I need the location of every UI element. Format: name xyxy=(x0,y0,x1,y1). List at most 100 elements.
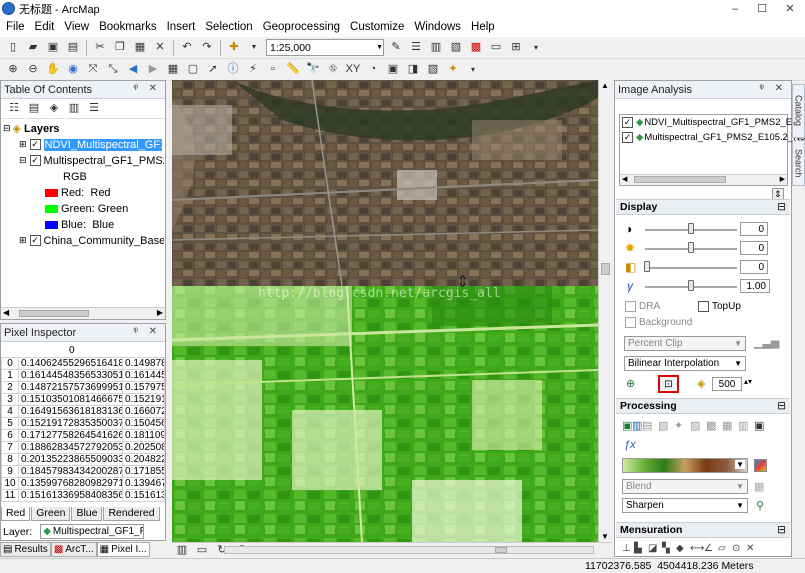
topup-option[interactable]: TopUp xyxy=(698,301,741,312)
editor-toolbar-icon[interactable]: ✎ xyxy=(388,40,404,56)
stretch-dropdown[interactable]: Percent Clip ▼ xyxy=(624,336,746,351)
zoom-out-icon[interactable]: ⊖ xyxy=(25,62,41,78)
base-shadow-icon[interactable]: ◪ xyxy=(648,543,662,554)
image-analysis-pin-close-icon[interactable]: ᵠ ✕ xyxy=(759,83,787,94)
menu-file[interactable]: File xyxy=(6,21,25,33)
background-checkbox[interactable] xyxy=(625,317,636,328)
menu-bookmarks[interactable]: Bookmarks xyxy=(99,21,157,33)
html-popup-icon[interactable]: ▫ xyxy=(265,62,281,78)
pixel-grid-row[interactable]: 10.1614454835653305​10.1614454 xyxy=(1,369,165,382)
top-shadow-icon[interactable]: ▚ xyxy=(662,543,676,554)
pansharpen-icon[interactable]: ▦ xyxy=(722,419,738,432)
composite-bands-icon[interactable]: ▤ xyxy=(642,419,658,432)
minimize-button[interactable]: – xyxy=(722,0,748,17)
angle-icon[interactable]: ∠ xyxy=(704,543,718,554)
new-icon[interactable]: ▯ xyxy=(5,40,21,56)
list-by-source-icon[interactable]: ▤ xyxy=(26,101,42,117)
cut-icon[interactable]: ✂ xyxy=(92,40,108,56)
scroll-left-icon[interactable]: ◀ xyxy=(622,175,627,183)
collapse-icon[interactable]: ⊟ xyxy=(19,155,27,166)
tab-rendered[interactable]: Rendered xyxy=(103,507,160,521)
print-icon[interactable]: ▤ xyxy=(65,40,81,56)
pixel-grid-row[interactable]: 90.1845798343420028​70.1718559 xyxy=(1,465,165,478)
list-by-selection-icon[interactable]: ▥ xyxy=(66,101,82,117)
layer-visibility-checkbox[interactable]: ✓ xyxy=(29,235,41,246)
base-top-icon[interactable]: ▙ xyxy=(634,543,648,554)
fixed-zoom-out-icon[interactable]: ⤡ xyxy=(105,62,121,78)
delete-icon[interactable]: ✕ xyxy=(152,40,168,56)
export-icon[interactable]: ▣ xyxy=(754,419,766,432)
tab-green[interactable]: Green xyxy=(31,507,71,521)
clip-icon[interactable]: ▣ xyxy=(622,419,632,432)
pixel-grid-row[interactable]: 30.1510350108146667​50.1521917 xyxy=(1,393,165,406)
list-by-visibility-icon[interactable]: ◈ xyxy=(46,101,62,117)
sharpen-apply-icon[interactable]: ⚲ xyxy=(756,499,764,512)
map-vertical-scrollbar[interactable]: ▲ ▼ xyxy=(598,80,612,542)
collapse-section-icon[interactable]: ⊟ xyxy=(777,524,786,536)
brightness-slider-thumb[interactable] xyxy=(688,242,694,253)
pixel-grid-row[interactable]: 110.1516133695840835​60.1516133 xyxy=(1,489,165,502)
image-layer-multispectral[interactable]: ✓ ◆ Multispectral_GF1_PMS2_E105.2_N3 xyxy=(622,132,805,143)
image-layer-ndvi[interactable]: ✓ ◆ NDVI_Multispectral_GF1_PMS2_E105 xyxy=(622,117,805,128)
save-icon[interactable]: ▣ xyxy=(45,40,61,56)
colorize-icon[interactable]: ▥ xyxy=(738,419,754,432)
scroll-right-icon[interactable]: ▶ xyxy=(157,308,163,317)
layer-list-scrollbar[interactable]: ◀ ▶ xyxy=(620,174,787,185)
tab-arctoolbox[interactable]: ▩ ArcT... xyxy=(50,542,97,557)
tab-results[interactable]: ▤ Results xyxy=(0,542,51,557)
processing-section-header[interactable]: Processing ⊟ xyxy=(616,398,790,414)
orthorectify-icon[interactable]: ▩ xyxy=(706,419,722,432)
expand-icon[interactable]: ⊞ xyxy=(19,235,27,246)
search-side-tab[interactable]: Search xyxy=(792,140,805,186)
search-window-icon[interactable]: ▧ xyxy=(448,40,464,56)
histogram-icon[interactable]: ▁▃▅ xyxy=(754,336,779,349)
sharpen-dropdown[interactable]: Sharpen ▼ xyxy=(622,498,748,513)
toc-layer-multispectral[interactable]: ⊟ ✓ Multispectral_GF1_PMS2_E xyxy=(19,153,164,168)
scroll-thumb[interactable] xyxy=(601,263,610,275)
tab-blue[interactable]: Blue xyxy=(71,507,103,521)
transparency-value[interactable]: 0 xyxy=(740,260,768,274)
menu-view[interactable]: View xyxy=(64,21,89,33)
layers-group[interactable]: ⊟ ◈ Layers xyxy=(3,121,60,136)
layer-selector-dropdown[interactable]: ◆ Multispectral_GF1_F xyxy=(40,524,145,539)
scroll-thumb[interactable] xyxy=(634,176,726,183)
brightness-value[interactable]: 0 xyxy=(740,241,768,255)
menu-selection[interactable]: Selection xyxy=(205,21,252,33)
slope-icon[interactable]: ▨ xyxy=(690,419,706,432)
transparency-slider-thumb[interactable] xyxy=(644,261,650,272)
toolbar-options-icon[interactable]: ▾ xyxy=(465,62,481,78)
maximize-button[interactable]: ☐ xyxy=(749,0,775,17)
catalog-side-tab[interactable]: Catalog xyxy=(792,84,805,138)
swipe-icon[interactable]: ▧ xyxy=(425,62,441,78)
toc-pin-close-icon[interactable]: ᵠ ✕ xyxy=(133,83,161,94)
area-icon[interactable]: ▱ xyxy=(718,543,732,554)
centroid-icon[interactable]: ⊙ xyxy=(732,543,746,554)
tab-red[interactable]: Red xyxy=(1,507,31,521)
menu-edit[interactable]: Edit xyxy=(35,21,55,33)
menu-customize[interactable]: Customize xyxy=(350,21,404,33)
list-by-drawing-order-icon[interactable]: ☷ xyxy=(6,101,22,117)
clear-selection-icon[interactable]: ▢ xyxy=(185,62,201,78)
dra-checkbox[interactable] xyxy=(625,301,636,312)
modelbuilder-icon[interactable]: ⊞ xyxy=(508,40,524,56)
tab-pixel-inspector[interactable]: ▦ Pixel I... xyxy=(96,542,150,557)
pixel-grid-row[interactable]: 80.2013522386550903​30.2048224 xyxy=(1,453,165,466)
map-display[interactable]: http://blog.csdn.net/arcgis_all ⇕ xyxy=(172,80,598,542)
zoom-resolution-value[interactable]: 500 xyxy=(712,377,742,391)
image-layer-checkbox[interactable]: ✓ xyxy=(622,117,633,128)
color-ramp-dropdown[interactable]: ▼ xyxy=(622,458,748,473)
zoom-to-native-resolution-icon[interactable]: ⊡ xyxy=(658,375,679,393)
create-viewer-icon[interactable]: ◨ xyxy=(405,62,421,78)
distance-icon[interactable]: ⟷ xyxy=(690,543,704,554)
add-function-icon[interactable]: ⊕ xyxy=(626,377,635,390)
scroll-thumb[interactable] xyxy=(495,547,507,553)
contrast-slider-thumb[interactable] xyxy=(688,223,694,234)
shaded-relief-icon[interactable]: ✦ xyxy=(674,419,690,432)
map-horizontal-scrollbar[interactable] xyxy=(224,546,594,554)
clear-measure-icon[interactable]: ✕ xyxy=(746,543,760,554)
undo-icon[interactable]: ↶ xyxy=(179,40,195,56)
pixel-grid-row[interactable]: 50.1521917283535003​70.1504566 xyxy=(1,417,165,430)
pixel-grid-row[interactable]: 40.1649156361818313​60.1660723 xyxy=(1,405,165,418)
arctoolbox-icon[interactable]: ▩ xyxy=(468,40,484,56)
pixel-inspector-pin-close-icon[interactable]: ᵠ ✕ xyxy=(133,326,161,337)
